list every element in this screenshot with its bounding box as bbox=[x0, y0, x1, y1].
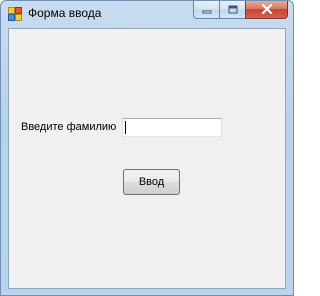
close-icon bbox=[261, 1, 273, 19]
app-window: Форма ввода Введите фамилию Ввод bbox=[0, 0, 294, 296]
minimize-icon bbox=[202, 1, 212, 19]
text-caret bbox=[125, 121, 126, 134]
minimize-button[interactable] bbox=[193, 1, 219, 19]
maximize-icon bbox=[228, 1, 238, 19]
window-title: Форма ввода bbox=[28, 6, 102, 20]
form-client-area: Введите фамилию Ввод bbox=[8, 28, 286, 289]
surname-label: Введите фамилию bbox=[21, 121, 117, 133]
title-bar[interactable]: Форма ввода bbox=[1, 1, 293, 27]
caption-buttons bbox=[193, 1, 288, 20]
enter-button[interactable]: Ввод bbox=[123, 169, 180, 195]
maximize-button[interactable] bbox=[219, 1, 245, 19]
app-icon bbox=[8, 7, 22, 21]
surname-input[interactable] bbox=[122, 118, 222, 137]
close-button[interactable] bbox=[245, 1, 288, 19]
